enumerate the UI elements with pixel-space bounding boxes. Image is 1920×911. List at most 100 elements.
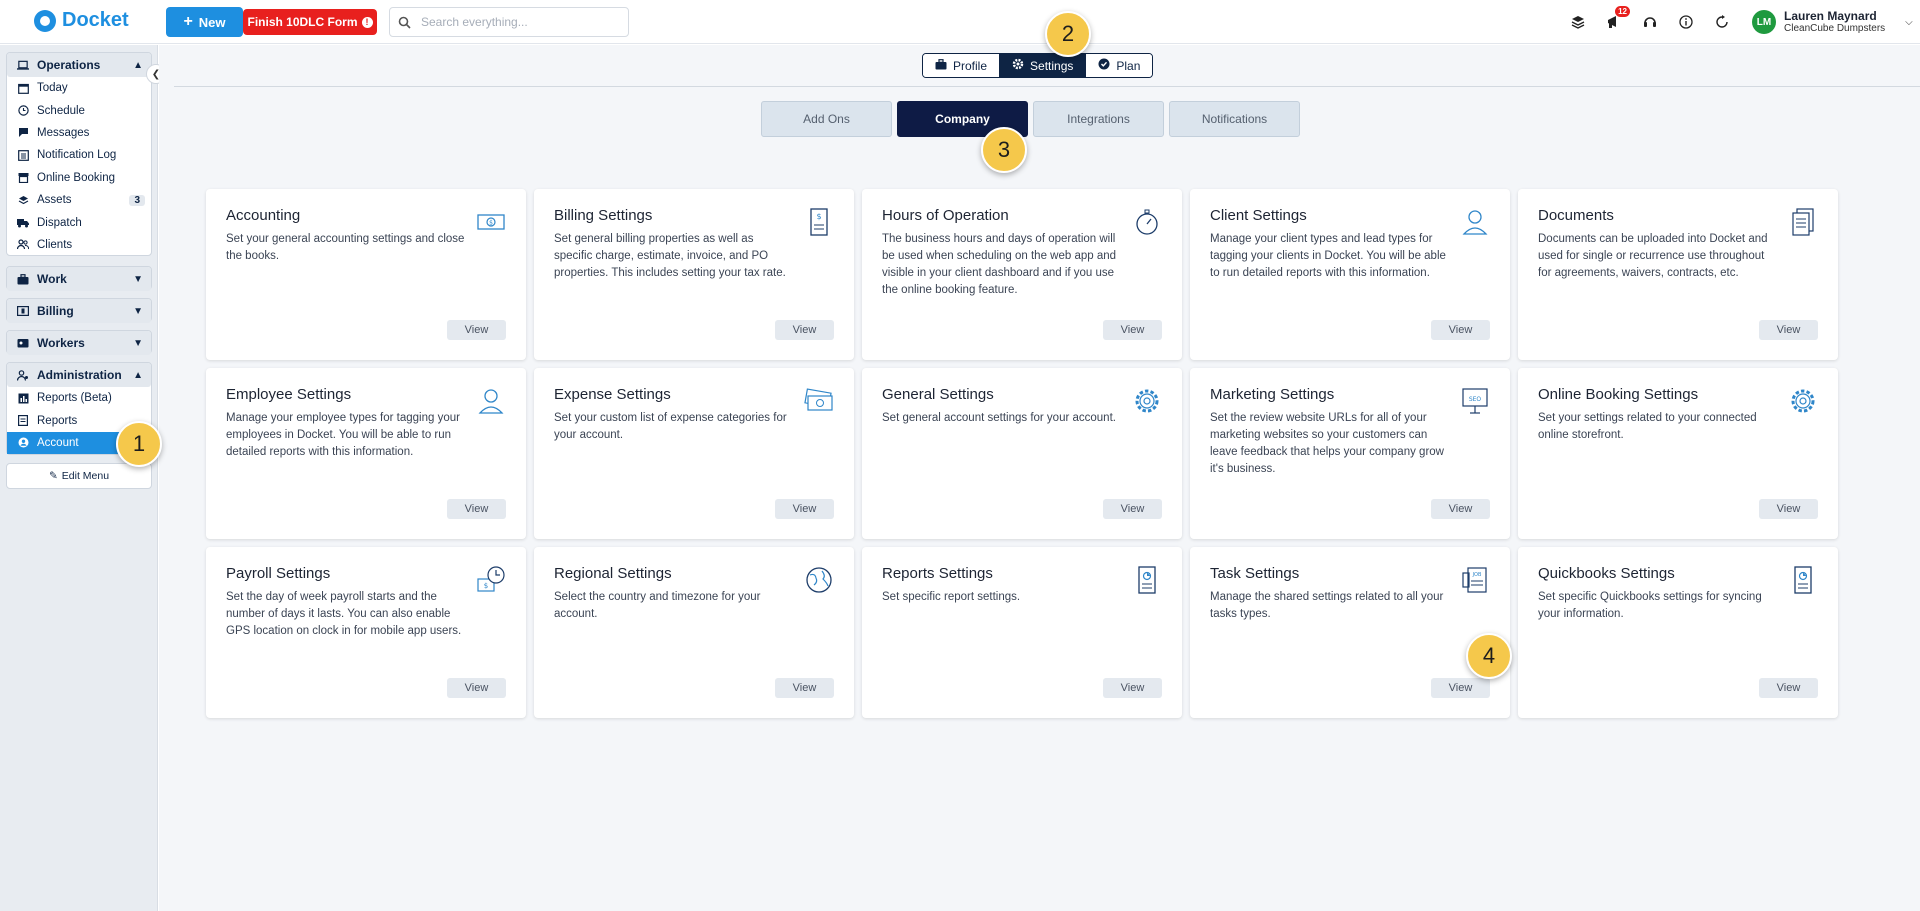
card-expense-settings: Expense Settings Set your custom list of … — [534, 368, 854, 539]
view-button[interactable]: View — [1103, 499, 1162, 519]
chat-icon — [17, 127, 29, 139]
docket-logo[interactable]: Docket — [34, 9, 129, 32]
sidebar-group-header-administration[interactable]: Administration ▲ — [7, 363, 151, 387]
card-description: Set general billing properties as well a… — [554, 233, 786, 279]
card-title: Client Settings — [1210, 207, 1307, 224]
sidebar-group-header-work[interactable]: Work ▼ — [7, 267, 151, 291]
tab-plan[interactable]: Plan — [1086, 54, 1153, 77]
card-description: Select the country and timezone for your… — [554, 591, 761, 620]
stopwatch-icon — [1132, 207, 1162, 237]
view-button[interactable]: View — [1103, 678, 1162, 698]
documents-icon — [1788, 207, 1818, 237]
gear-icon — [1788, 386, 1818, 416]
card-title: General Settings — [882, 386, 994, 403]
chevron-down-icon: ⌵ — [1905, 16, 1913, 28]
view-button[interactable]: View — [1759, 320, 1818, 340]
sidebar-group-workers[interactable]: Workers ▼ — [6, 330, 152, 355]
tab-integrations[interactable]: Integrations — [1033, 101, 1164, 137]
view-button[interactable]: View — [775, 678, 834, 698]
chevron-up-icon: ▲ — [133, 369, 143, 381]
info-icon[interactable] — [1676, 12, 1696, 32]
sidebar-item-notification-log[interactable]: Notification Log — [7, 144, 151, 166]
edit-menu-label: Edit Menu — [61, 470, 110, 482]
view-button[interactable]: View — [775, 320, 834, 340]
tab-profile[interactable]: Profile — [923, 54, 1001, 77]
card-title: Task Settings — [1210, 565, 1300, 582]
sidebar-item-today[interactable]: Today — [7, 77, 151, 99]
sidebar-group-label: Workers — [37, 336, 85, 350]
top-icons: 12 — [1568, 6, 1732, 32]
truck-icon — [17, 217, 29, 229]
finish-10dlc-button[interactable]: Finish 10DLC Form ! — [243, 9, 377, 35]
card-client-settings: Client Settings Manage your client types … — [1190, 189, 1510, 360]
user-cog-icon — [17, 369, 29, 381]
view-button[interactable]: View — [447, 678, 506, 698]
sidebar-group-billing[interactable]: Billing ▼ — [6, 298, 152, 323]
dollar-bill-icon — [17, 305, 29, 317]
search-input[interactable] — [421, 15, 611, 29]
card-payroll-settings: Payroll Settings Set the day of week payr… — [206, 547, 526, 718]
sidebar-group-header-operations[interactable]: Operations ▲ — [7, 53, 151, 77]
step-marker-3: 3 — [981, 127, 1027, 173]
user-name: Lauren Maynard — [1784, 9, 1877, 23]
bar-chart-icon — [17, 392, 29, 404]
view-button[interactable]: View — [775, 499, 834, 519]
sidebar-item-messages[interactable]: Messages — [7, 122, 151, 144]
card-title: Documents — [1538, 207, 1614, 224]
card-description: Manage the shared settings related to al… — [1210, 591, 1444, 620]
calendar-icon — [17, 82, 29, 94]
sidebar-item-dispatch[interactable]: Dispatch — [7, 211, 151, 233]
tab-label: Profile — [953, 58, 988, 73]
new-button[interactable]: + New — [166, 7, 243, 37]
finish-10dlc-label: Finish 10DLC Form — [247, 15, 358, 29]
layers-icon[interactable] — [1568, 12, 1588, 32]
search-box[interactable] — [389, 7, 629, 37]
user-menu[interactable]: LM Lauren Maynard CleanCube Dumpsters ⌵ — [1752, 9, 1913, 35]
view-button[interactable]: View — [1759, 499, 1818, 519]
card-description: Documents can be uploaded into Docket an… — [1538, 233, 1768, 279]
tab-add-ons[interactable]: Add Ons — [761, 101, 892, 137]
pencil-icon: ✎ — [48, 470, 58, 482]
report-icon — [1788, 565, 1818, 595]
headset-icon[interactable] — [1640, 12, 1660, 32]
sidebar-item-schedule[interactable]: Schedule — [7, 99, 151, 121]
refresh-icon[interactable] — [1712, 12, 1732, 32]
tab-notifications[interactable]: Notifications — [1169, 101, 1300, 137]
money-icon: $ — [476, 207, 506, 237]
sidebar-group-header-billing[interactable]: Billing ▼ — [7, 299, 151, 323]
sidebar-item-assets[interactable]: Assets 3 — [7, 189, 151, 211]
card-title: Marketing Settings — [1210, 386, 1335, 403]
id-card-icon — [17, 337, 29, 349]
user-circle-icon — [17, 437, 29, 449]
view-button[interactable]: View — [447, 499, 506, 519]
document-icon — [17, 415, 29, 427]
sidebar-item-reports-beta[interactable]: Reports (Beta) — [7, 387, 151, 409]
view-button[interactable]: View — [1759, 678, 1818, 698]
sidebar-item-clients[interactable]: Clients — [7, 234, 151, 256]
sidebar-item-online-booking[interactable]: Online Booking — [7, 167, 151, 189]
gear-icon — [1132, 386, 1162, 416]
card-online-booking-settings: Online Booking Settings Set your settings… — [1518, 368, 1838, 539]
megaphone-icon[interactable]: 12 — [1604, 6, 1630, 32]
sidebar-item-label: Online Booking — [37, 171, 115, 184]
alert-icon: ! — [361, 16, 373, 28]
person-icon — [476, 386, 506, 416]
sidebar-group-work[interactable]: Work ▼ — [6, 266, 152, 291]
sidebar-group-header-workers[interactable]: Workers ▼ — [7, 331, 151, 355]
view-button[interactable]: View — [1431, 499, 1490, 519]
chevron-up-icon: ▲ — [133, 59, 143, 71]
svg-text:JOB: JOB — [1472, 572, 1482, 578]
view-button[interactable]: View — [447, 320, 506, 340]
view-button[interactable]: View — [1431, 678, 1490, 698]
card-accounting: Accounting Set your general accounting se… — [206, 189, 526, 360]
chevron-down-icon: ▼ — [133, 305, 143, 317]
view-button[interactable]: View — [1103, 320, 1162, 340]
card-general-settings: General Settings Set general account sett… — [862, 368, 1182, 539]
sidebar-group-operations: Operations ▲ Today Schedule Messages Not… — [6, 52, 152, 256]
tab-settings[interactable]: Settings — [1000, 54, 1087, 77]
view-button[interactable]: View — [1431, 320, 1490, 340]
card-description: The business hours and days of operation… — [882, 233, 1117, 296]
card-title: Quickbooks Settings — [1538, 565, 1675, 582]
search-icon — [398, 16, 411, 29]
edit-menu-button[interactable]: ✎ Edit Menu — [6, 463, 152, 489]
